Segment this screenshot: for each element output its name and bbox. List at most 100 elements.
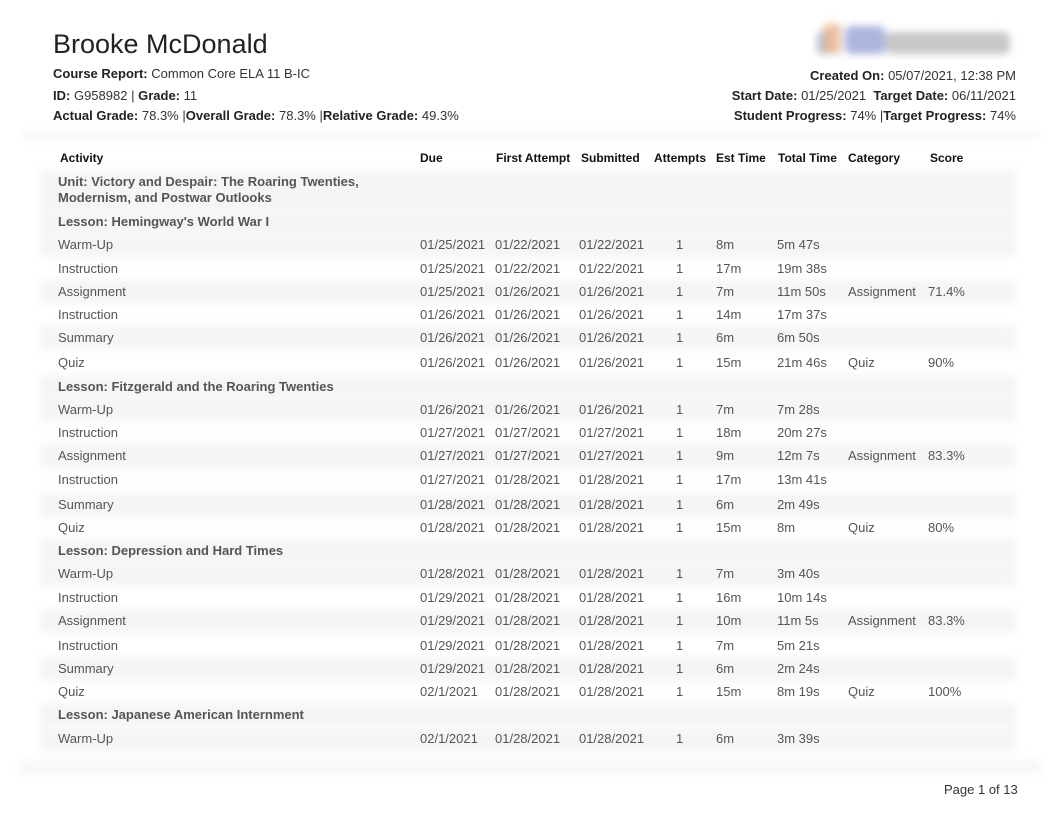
activity-row: Instruction 01/27/2021 01/28/2021 01/28/202…	[40, 472, 1010, 488]
unit-title-line2: Modernism, and Postwar Outlooks	[58, 190, 272, 205]
attempts-count: 1	[676, 684, 684, 699]
header-submitted: Submitted	[581, 151, 640, 165]
due-date: 01/26/2021	[420, 402, 486, 417]
est-time: 7m	[716, 402, 735, 417]
activity-name: Warm-Up	[58, 402, 114, 417]
est-time: 7m	[716, 284, 735, 299]
activity-name: Quiz	[58, 684, 85, 699]
category: Quiz	[848, 684, 875, 699]
total-time: 2m 24s	[777, 661, 820, 676]
attempts-count: 1	[676, 237, 684, 252]
score: 90%	[928, 355, 955, 370]
submitted-date: 01/28/2021	[579, 497, 645, 512]
activity-row: Summary 01/28/2021 01/28/2021 01/28/2021 1 6m…	[40, 497, 1010, 513]
total-time: 17m 37s	[777, 307, 827, 322]
score: 100%	[928, 684, 962, 699]
attempts-count: 1	[676, 425, 684, 440]
est-time: 6m	[716, 330, 735, 345]
activity-row: Instruction 01/29/2021 01/28/2021 01/28/202…	[40, 638, 1010, 654]
est-time: 16m	[716, 590, 742, 605]
total-time: 6m 50s	[777, 330, 820, 345]
est-time: 17m	[716, 472, 742, 487]
header-divider	[20, 128, 1040, 142]
activity-row: Summary 01/29/2021 01/28/2021 01/28/2021 1 6m…	[40, 661, 1010, 677]
course-report-line: Course Report: Common Core ELA 11 B-IC	[53, 66, 310, 81]
category: Assignment	[848, 613, 916, 628]
first-attempt-date: 01/26/2021	[495, 402, 561, 417]
grade-value: 11	[183, 88, 198, 103]
attempts-count: 1	[676, 307, 684, 322]
first-attempt-date: 01/22/2021	[495, 237, 561, 252]
progress-line: Student Progress: 74% |Target Progress: …	[734, 108, 1016, 123]
attempts-count: 1	[676, 472, 684, 487]
submitted-date: 01/22/2021	[579, 261, 645, 276]
header-due: Due	[420, 151, 443, 165]
activity-row: Assignment 01/27/2021 01/27/2021 01/27/2021…	[40, 448, 1010, 464]
id-grade-line: ID: G958982 | Grade: 11	[53, 88, 197, 103]
due-date: 01/28/2021	[420, 566, 486, 581]
due-date: 02/1/2021	[420, 731, 478, 746]
target-progress-value: 74%	[989, 108, 1016, 123]
unit-title-line1: Unit: Victory and Despair: The Roaring T…	[58, 174, 359, 189]
submitted-date: 01/28/2021	[579, 520, 645, 535]
est-time: 17m	[716, 261, 742, 276]
total-time: 7m 28s	[777, 402, 820, 417]
attempts-count: 1	[676, 448, 684, 463]
student-progress-value: 74%	[850, 108, 877, 123]
submitted-date: 01/28/2021	[579, 661, 645, 676]
first-attempt-date: 01/22/2021	[495, 261, 561, 276]
activity-name: Warm-Up	[58, 731, 114, 746]
est-time: 6m	[716, 731, 735, 746]
total-time: 21m 46s	[777, 355, 827, 370]
est-time: 10m	[716, 613, 742, 628]
activity-name: Assignment	[58, 613, 126, 628]
category: Assignment	[848, 284, 916, 299]
header-category: Category	[848, 151, 901, 165]
first-attempt-date: 01/28/2021	[495, 520, 561, 535]
total-time: 10m 14s	[777, 590, 827, 605]
first-attempt-date: 01/26/2021	[495, 330, 561, 345]
activity-name: Assignment	[58, 448, 126, 463]
attempts-count: 1	[676, 402, 684, 417]
first-attempt-date: 01/27/2021	[495, 425, 561, 440]
footer-divider	[20, 760, 1040, 774]
separator: |	[131, 88, 135, 103]
dates-line: Start Date: 01/25/2021 Target Date: 06/1…	[732, 88, 1016, 103]
first-attempt-date: 01/27/2021	[495, 448, 561, 463]
target-progress-label: Target Progress:	[883, 108, 987, 123]
category: Quiz	[848, 520, 875, 535]
score: 83.3%	[928, 613, 965, 628]
first-attempt-date: 01/28/2021	[495, 661, 561, 676]
total-time: 19m 38s	[777, 261, 827, 276]
submitted-date: 01/22/2021	[579, 237, 645, 252]
lesson-row: Lesson: Depression and Hard Times	[40, 543, 1010, 559]
total-time: 8m	[777, 520, 796, 535]
student-progress-label: Student Progress:	[733, 108, 847, 123]
lesson-row: Lesson: Fitzgerald and the Roaring Twent…	[40, 379, 1010, 395]
est-time: 7m	[716, 566, 735, 581]
total-time: 11m 50s	[777, 284, 826, 299]
activity-row: Quiz 02/1/2021 01/28/2021 01/28/2021 1 15m 8m …	[40, 684, 1010, 700]
submitted-date: 01/27/2021	[579, 448, 645, 463]
est-time: 9m	[716, 448, 735, 463]
total-time: 13m 41s	[777, 472, 827, 487]
lesson-row: Lesson: Japanese American Internment	[40, 707, 1010, 723]
activity-name: Instruction	[58, 307, 118, 322]
attempts-count: 1	[676, 330, 684, 345]
activity-row: Instruction 01/27/2021 01/27/2021 01/27/202…	[40, 425, 1010, 441]
activity-name: Instruction	[58, 638, 118, 653]
activity-name: Assignment	[58, 284, 126, 299]
category: Assignment	[848, 448, 916, 463]
submitted-date: 01/27/2021	[579, 425, 645, 440]
submitted-date: 01/28/2021	[579, 638, 645, 653]
due-date: 01/29/2021	[420, 638, 486, 653]
attempts-count: 1	[676, 284, 684, 299]
activity-name: Warm-Up	[58, 237, 114, 252]
due-date: 01/29/2021	[420, 613, 486, 628]
activity-row: Assignment 01/25/2021 01/26/2021 01/26/2021…	[40, 284, 1010, 300]
activity-row: Quiz 01/26/2021 01/26/2021 01/26/2021 1 15m 21…	[40, 355, 1010, 371]
relative-grade-label: Relative Grade:	[322, 108, 419, 123]
activity-row: Warm-Up 01/28/2021 01/28/2021 01/28/2021 1 7m…	[40, 566, 1010, 582]
attempts-count: 1	[676, 497, 684, 512]
activity-name: Quiz	[58, 355, 85, 370]
